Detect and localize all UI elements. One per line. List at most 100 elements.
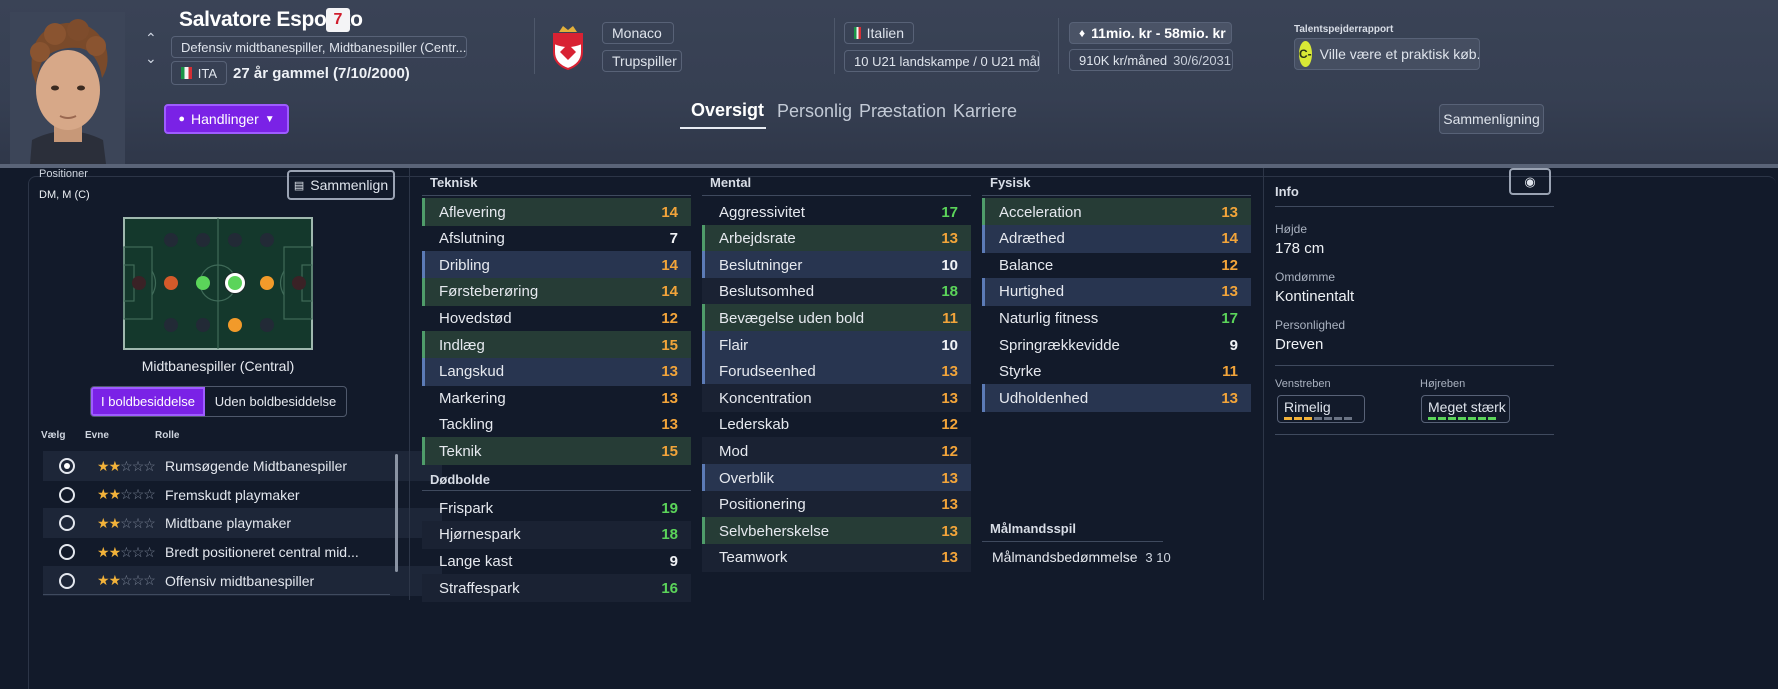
roles-scrollbar[interactable] [395,454,398,572]
position-dot-dl[interactable] [164,233,178,247]
position-dot-mcl[interactable] [196,318,210,332]
attribute-row[interactable]: Aflevering 14 [422,198,691,226]
scout-report[interactable]: C- Ville være et praktisk køb. [1294,38,1480,70]
attribute-row[interactable]: Styrke 11 [982,358,1251,386]
role-row[interactable]: ★★☆☆☆ Midtbane playmaker [43,508,442,539]
previous-player-icon[interactable]: ⌃ [145,30,157,47]
in-possession-toggle[interactable]: I boldbesiddelse [91,387,205,416]
attribute-row[interactable]: Lederskab 12 [702,411,971,439]
club-crest-icon[interactable] [551,24,585,71]
tab-oversigt[interactable]: Oversigt [691,100,764,121]
attribute-row[interactable]: Naturlig fitness 17 [982,304,1251,332]
actions-button[interactable]: ● Handlinger ▼ [164,104,289,134]
position-dot-amc[interactable] [260,276,274,290]
attribute-value: 9 [669,553,678,571]
attribute-row[interactable]: Lange kast 9 [422,548,691,576]
role-radio[interactable] [59,515,75,532]
role-radio[interactable] [59,544,75,561]
position-dot-mcr[interactable] [228,318,242,332]
attribute-row[interactable]: Afslutning 7 [422,225,691,253]
attribute-value: 19 [661,499,678,517]
position-dot-mr[interactable] [260,318,274,332]
position-dot-dc-right[interactable] [228,233,242,247]
attribute-row[interactable]: Beslutninger 10 [702,251,971,280]
attribute-value: 10 [941,256,958,274]
club-name[interactable]: Monaco [602,22,674,44]
attribute-row[interactable]: Udholdenhed 13 [982,384,1251,413]
attribute-row[interactable]: Arbejdsrate 13 [702,224,971,253]
right-foot-rating: Meget stærk [1421,395,1510,423]
attribute-row[interactable]: Bevægelse uden bold 11 [702,304,971,333]
attribute-row[interactable]: Langskud 13 [422,357,691,386]
attribute-row[interactable]: Overblik 13 [702,464,971,492]
star-icon: ☆ [131,543,145,560]
nation-name[interactable]: Italien [844,22,914,44]
attribute-row[interactable]: Selvbeherskelse 13 [702,517,971,546]
position-dot-ml[interactable] [164,318,178,332]
positions-compare-button[interactable]: ▤ Sammenlign [287,170,395,200]
attribute-row[interactable]: Flair 10 [702,331,971,359]
attribute-row[interactable]: Mod 12 [702,437,971,466]
attribute-name: Markering [439,389,506,407]
tab-praestation[interactable]: Præstation [859,101,946,122]
attribute-row[interactable]: Forudseenhed 13 [702,357,971,386]
possession-toggle: I boldbesiddelse Uden boldbesiddelse [90,386,347,417]
international-caps: 10 U21 landskampe / 0 U21 mål [844,50,1040,72]
role-row[interactable]: ★★☆☆☆ Offensiv midtbanespiller [43,565,442,596]
attribute-name: Straffespark [439,579,520,597]
position-dot-dc-left[interactable] [196,233,210,247]
role-row[interactable]: ★★☆☆☆ Rumsøgende Midtbanespiller [43,451,442,481]
attribute-row[interactable]: Hovedstød 12 [422,304,691,332]
attribute-row[interactable]: Springrækkevidde 9 [982,331,1251,359]
attribute-row[interactable]: Positionering 13 [702,490,971,519]
attribute-row[interactable]: Førsteberøring 14 [422,277,691,306]
compare-button[interactable]: Sammenligning [1439,104,1544,134]
attribute-value: 13 [941,496,958,514]
attribute-name: Bevægelse uden bold [719,309,865,327]
star-icon: ★ [97,486,110,503]
attribute-row[interactable]: Hurtighed 13 [982,277,1251,306]
attribute-row[interactable]: Koncentration 13 [702,384,971,413]
position-dot-dm[interactable] [196,276,210,290]
next-player-icon[interactable]: ⌄ [145,50,157,67]
attribute-row[interactable]: Frispark 19 [422,494,691,522]
attribute-value: 9 [1229,336,1238,354]
attribute-row[interactable]: Teamwork 13 [702,543,971,572]
personality-label: Personlighed [1275,318,1346,332]
star-icon: ☆ [143,543,156,560]
height-value: 178 cm [1275,240,1325,257]
attribute-row[interactable]: Straffespark 16 [422,574,691,603]
attribute-row[interactable]: Indlæg 15 [422,331,691,359]
position-dot-st[interactable] [292,276,306,290]
role-name: Offensiv midtbanespiller [165,572,315,589]
role-radio[interactable] [59,572,75,589]
attribute-row[interactable]: Balance 12 [982,251,1251,279]
positions-value: DM, M (C) [39,189,90,201]
attribute-row[interactable]: Markering 13 [422,384,691,412]
out-of-possession-toggle[interactable]: Uden boldbesiddelse [205,387,346,416]
position-dot-gk[interactable] [132,276,146,290]
position-dot-dr[interactable] [260,233,274,247]
attribute-value: 13 [1221,203,1238,221]
info-profile-button[interactable]: ◉ [1509,168,1551,195]
attribute-name: Langskud [439,363,505,381]
attribute-row[interactable]: Beslutsomhed 18 [702,277,971,306]
attribute-row[interactable]: Adræthed 14 [982,224,1251,253]
role-radio[interactable] [59,486,75,503]
attribute-row[interactable]: Aggressivitet 17 [702,198,971,226]
attribute-row[interactable]: Hjørnespark 18 [422,520,691,549]
role-row[interactable]: ★★☆☆☆ Bredt positioneret central mid... [43,537,442,567]
attribute-row[interactable]: Acceleration 13 [982,198,1251,226]
tab-karriere[interactable]: Karriere [953,101,1017,122]
attribute-value: 13 [941,522,958,540]
star-icon: ☆ [120,572,133,589]
attribute-row[interactable]: Teknik 15 [422,437,691,466]
position-dot-mc-selected[interactable] [225,273,245,293]
attribute-name: Arbejdsrate [719,230,796,248]
role-radio[interactable] [59,458,75,474]
attribute-row[interactable]: Dribling 14 [422,251,691,280]
role-row[interactable]: ★★☆☆☆ Fremskudt playmaker [43,480,442,510]
tab-personlig[interactable]: Personlig [777,101,852,122]
attribute-row[interactable]: Tackling 13 [422,411,691,439]
position-dot-wbl[interactable] [164,276,178,290]
